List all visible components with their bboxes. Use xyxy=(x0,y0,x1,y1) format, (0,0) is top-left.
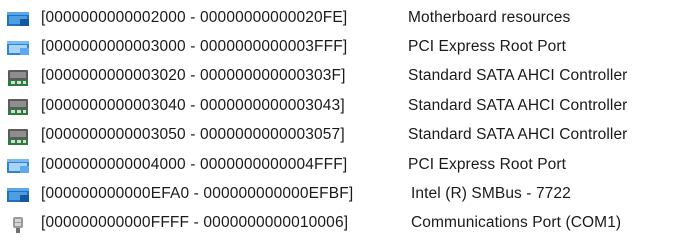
device-folder-icon xyxy=(5,39,33,57)
resource-row[interactable]: [0000000000003050 - 0000000000003057] St… xyxy=(0,121,688,150)
device-name: Standard SATA AHCI Controller xyxy=(408,126,628,144)
resource-row[interactable]: [0000000000003000 - 0000000000003FFF] PC… xyxy=(0,32,688,61)
resource-row[interactable]: [0000000000004000 - 0000000000004FFF] PC… xyxy=(0,150,688,179)
address-range: [000000000000FFFF - 0000000000010006] xyxy=(41,214,349,232)
device-name: Standard SATA AHCI Controller xyxy=(408,67,628,85)
resource-row[interactable]: [000000000000EFA0 - 000000000000EFBF] In… xyxy=(0,179,688,208)
address-range: [000000000000EFA0 - 000000000000EFBF] xyxy=(41,185,354,203)
resource-row[interactable]: [0000000000003040 - 0000000000003043] St… xyxy=(0,91,688,120)
address-range: [0000000000004000 - 0000000000004FFF] xyxy=(41,155,348,173)
device-name: Intel (R) SMBus - 7722 xyxy=(411,185,571,203)
address-range: [0000000000002000 - 00000000000020FE] xyxy=(41,8,348,26)
resource-row[interactable]: [0000000000003020 - 000000000000303F] St… xyxy=(0,62,688,91)
resource-row[interactable]: [0000000000002000 - 00000000000020FE] Mo… xyxy=(0,3,688,32)
address-range: [0000000000003040 - 0000000000003043] xyxy=(41,96,345,114)
address-range: [0000000000003050 - 0000000000003057] xyxy=(41,126,345,144)
io-resource-list: [0000000000002000 - 00000000000020FE] Mo… xyxy=(0,3,688,238)
device-folder-icon xyxy=(5,186,33,204)
device-name: Communications Port (COM1) xyxy=(411,214,622,232)
device-name: Standard SATA AHCI Controller xyxy=(408,96,628,114)
storage-controller-icon xyxy=(5,98,33,116)
port-connector-icon xyxy=(5,216,33,234)
device-name: PCI Express Root Port xyxy=(408,38,567,56)
storage-controller-icon xyxy=(5,69,33,87)
resource-row[interactable]: [000000000000FFFF - 0000000000010006] Co… xyxy=(0,209,688,238)
storage-controller-icon xyxy=(5,128,33,146)
address-range: [0000000000003020 - 000000000000303F] xyxy=(41,67,346,85)
device-folder-icon xyxy=(5,157,33,175)
device-name: PCI Express Root Port xyxy=(408,155,567,173)
address-range: [0000000000003000 - 0000000000003FFF] xyxy=(41,38,348,56)
device-name: Motherboard resources xyxy=(408,8,571,26)
device-folder-icon xyxy=(5,10,33,28)
